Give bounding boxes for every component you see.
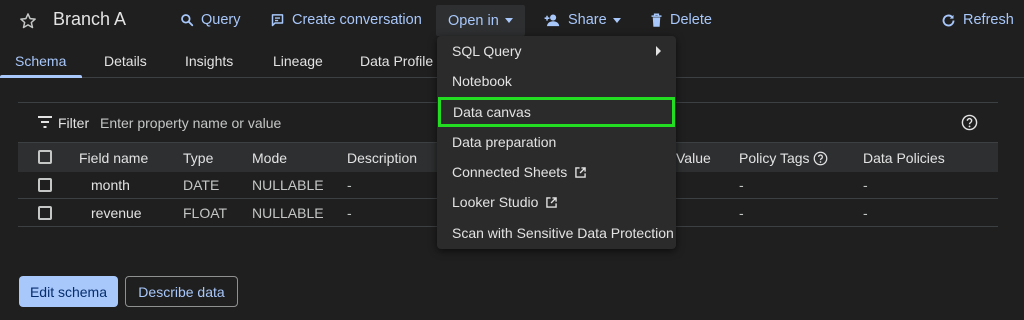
field-name: month: [91, 177, 130, 193]
help-icon[interactable]: [961, 114, 978, 131]
query-button[interactable]: Query: [180, 0, 241, 40]
trash-icon: [651, 13, 662, 27]
share-label: Share: [568, 12, 607, 28]
menu-item-label: Connected Sheets: [452, 164, 586, 180]
menu-item-data-preparation[interactable]: Data preparation: [437, 127, 676, 157]
field-type: FLOAT: [183, 205, 228, 221]
column-header-mode[interactable]: Mode: [252, 150, 287, 166]
menu-item-label: Data canvas: [453, 104, 531, 120]
create-conversation-label: Create conversation: [292, 12, 422, 28]
field-description: -: [347, 205, 352, 221]
share-button[interactable]: Share: [544, 0, 621, 40]
active-tab-indicator: [0, 75, 82, 78]
row-checkbox[interactable]: [38, 206, 52, 220]
tab-details[interactable]: Details: [104, 53, 147, 69]
column-header-type[interactable]: Type: [183, 150, 213, 166]
query-label: Query: [201, 12, 241, 28]
menu-item-text: Connected Sheets: [452, 164, 568, 180]
column-header-value[interactable]: Value: [676, 150, 711, 166]
page-title: Branch A: [53, 9, 127, 29]
conversation-icon: [271, 13, 284, 26]
field-data-policies: -: [863, 205, 868, 221]
menu-item-sql-query[interactable]: SQL Query: [437, 36, 676, 66]
refresh-icon: [942, 14, 955, 26]
open-in-label: Open in: [448, 12, 499, 29]
tab-schema[interactable]: Schema: [15, 53, 66, 69]
external-link-icon: [575, 167, 586, 178]
menu-item-text: Looker Studio: [452, 194, 539, 210]
field-type: DATE: [183, 177, 220, 193]
field-policy-tags: -: [739, 205, 744, 221]
tab-insights[interactable]: Insights: [185, 53, 233, 69]
field-name: revenue: [91, 205, 142, 221]
column-header-description[interactable]: Description: [347, 150, 417, 166]
field-data-policies: -: [863, 177, 868, 193]
create-conversation-button[interactable]: Create conversation: [270, 0, 422, 40]
row-checkbox[interactable]: [38, 178, 52, 192]
menu-item-label: Notebook: [452, 73, 512, 89]
refresh-button[interactable]: Refresh: [941, 0, 1014, 40]
edit-schema-button[interactable]: Edit schema: [19, 276, 118, 307]
menu-item-connected-sheets[interactable]: Connected Sheets: [437, 157, 676, 187]
external-link-icon: [546, 197, 558, 208]
chevron-down-icon: [504, 18, 513, 23]
menu-item-label: Scan with Sensitive Data Protection: [452, 225, 674, 241]
star-icon[interactable]: [18, 11, 38, 31]
open-in-button[interactable]: Open in: [436, 5, 525, 36]
filter-label: Filter: [58, 115, 90, 131]
field-mode: NULLABLE: [252, 205, 324, 221]
delete-label: Delete: [670, 12, 712, 28]
menu-item-notebook[interactable]: Notebook: [437, 66, 676, 96]
search-icon: [181, 14, 194, 27]
chevron-right-icon: [656, 46, 661, 56]
field-policy-tags: -: [739, 177, 744, 193]
field-description: -: [347, 177, 352, 193]
field-mode: NULLABLE: [252, 177, 324, 193]
tab-data-profile[interactable]: Data Profile: [360, 53, 433, 69]
chevron-down-icon: [612, 17, 621, 23]
help-icon[interactable]: [813, 151, 828, 166]
add-person-icon: [544, 14, 560, 27]
menu-item-label: SQL Query: [452, 43, 522, 59]
refresh-label: Refresh: [963, 12, 1014, 28]
column-header-field-name[interactable]: Field name: [79, 150, 148, 166]
column-header-data-policies[interactable]: Data Policies: [863, 150, 945, 166]
menu-item-data-canvas[interactable]: Data canvas: [438, 97, 675, 127]
filter-icon: [38, 116, 52, 128]
menu-item-scan-sensitive-data[interactable]: Scan with Sensitive Data Protection: [437, 218, 676, 248]
open-in-menu: SQL Query Notebook Data canvas Data prep…: [437, 36, 676, 249]
select-all-checkbox[interactable]: [38, 150, 52, 164]
column-header-policy-tags[interactable]: Policy Tags: [739, 150, 810, 166]
tab-lineage[interactable]: Lineage: [273, 53, 323, 69]
delete-button[interactable]: Delete: [650, 0, 712, 40]
menu-item-looker-studio[interactable]: Looker Studio: [437, 187, 676, 217]
describe-data-button[interactable]: Describe data: [125, 276, 238, 307]
menu-item-label: Data preparation: [452, 134, 557, 150]
menu-item-label: Looker Studio: [452, 194, 558, 210]
